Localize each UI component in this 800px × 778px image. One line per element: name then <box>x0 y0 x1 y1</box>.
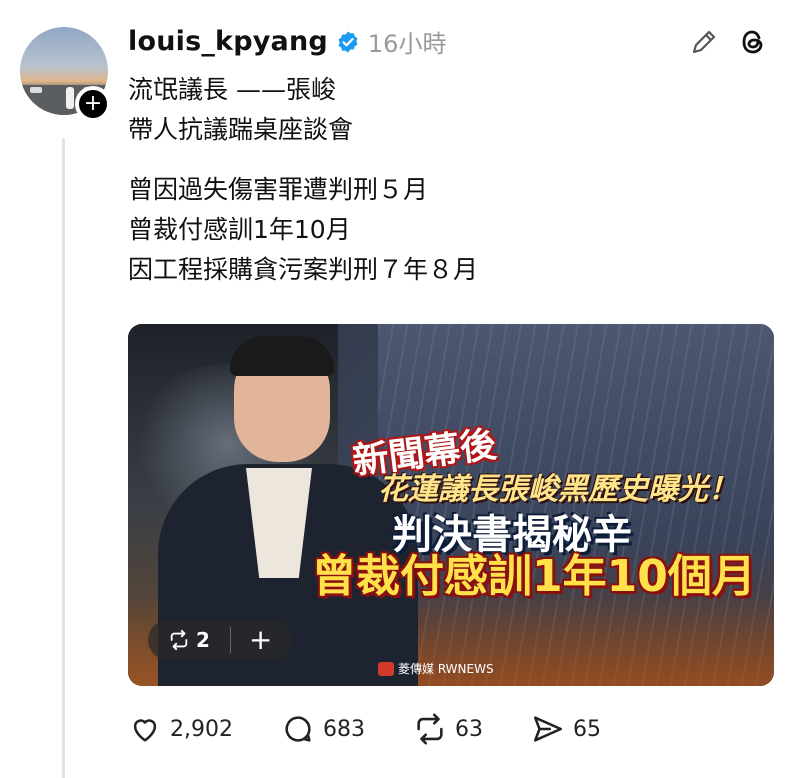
like-button[interactable]: 2,902 <box>128 712 233 746</box>
watermark-logo-icon <box>378 661 394 676</box>
post-image[interactable]: 新聞幕後 花蓮議長張峻黑歷史曝光！ 判決書揭秘辛 曾裁付感訓1年10個月 菱傳媒… <box>128 324 774 686</box>
action-bar: 2,902 683 63 65 <box>128 712 649 746</box>
post-line: 曾裁付感訓1年10月 <box>128 215 351 244</box>
avatar-car <box>30 87 42 93</box>
post-header: louis_kpyang 16小時 <box>128 24 446 59</box>
avatar-person <box>66 87 74 109</box>
post-line: 曾因過失傷害罪遭判刑５月 <box>128 175 429 204</box>
repost-icon <box>170 629 188 651</box>
headline-main: 曾裁付感訓1年10個月 <box>312 551 756 602</box>
image-repost-pill[interactable]: 2 + <box>148 620 292 660</box>
post-text: 流氓議長 ——張峻 帶人抗議踹桌座談會 曾因過失傷害罪遭判刑５月 曾裁付感訓1年… <box>128 70 478 290</box>
post-time: 16小時 <box>367 30 447 58</box>
post-line: 流氓議長 ——張峻 <box>128 75 336 104</box>
watermark-text: 菱傳媒 RWNEWS <box>398 662 494 676</box>
repost-button[interactable]: 63 <box>413 712 483 746</box>
edit-pencil-icon[interactable] <box>688 26 720 58</box>
follow-plus-button[interactable]: + <box>75 86 111 122</box>
post-line: 因工程採購貪污案判刑７年８月 <box>128 255 479 284</box>
post-line: 帶人抗議踹桌座談會 <box>128 115 354 144</box>
repost-icon <box>417 713 443 745</box>
verified-badge-icon <box>338 31 358 52</box>
pill-divider <box>229 627 231 653</box>
threads-logo-icon[interactable] <box>737 26 769 58</box>
share-icon <box>533 716 563 742</box>
username[interactable]: louis_kpyang <box>128 26 328 57</box>
image-person-hair <box>230 336 334 376</box>
image-watermark: 菱傳媒 RWNEWS <box>378 660 494 677</box>
plus-icon[interactable]: + <box>249 626 272 654</box>
image-repost-count: 2 <box>196 628 210 652</box>
reply-count: 683 <box>322 716 365 742</box>
thread-line <box>62 138 65 778</box>
reply-button[interactable]: 683 <box>281 712 365 746</box>
share-button[interactable]: 65 <box>531 712 601 746</box>
comment-icon <box>285 716 311 742</box>
like-count: 2,902 <box>170 716 233 742</box>
heart-icon <box>133 719 157 742</box>
plus-icon: + <box>83 91 103 116</box>
repost-count: 63 <box>454 716 483 742</box>
share-count: 65 <box>572 716 601 742</box>
